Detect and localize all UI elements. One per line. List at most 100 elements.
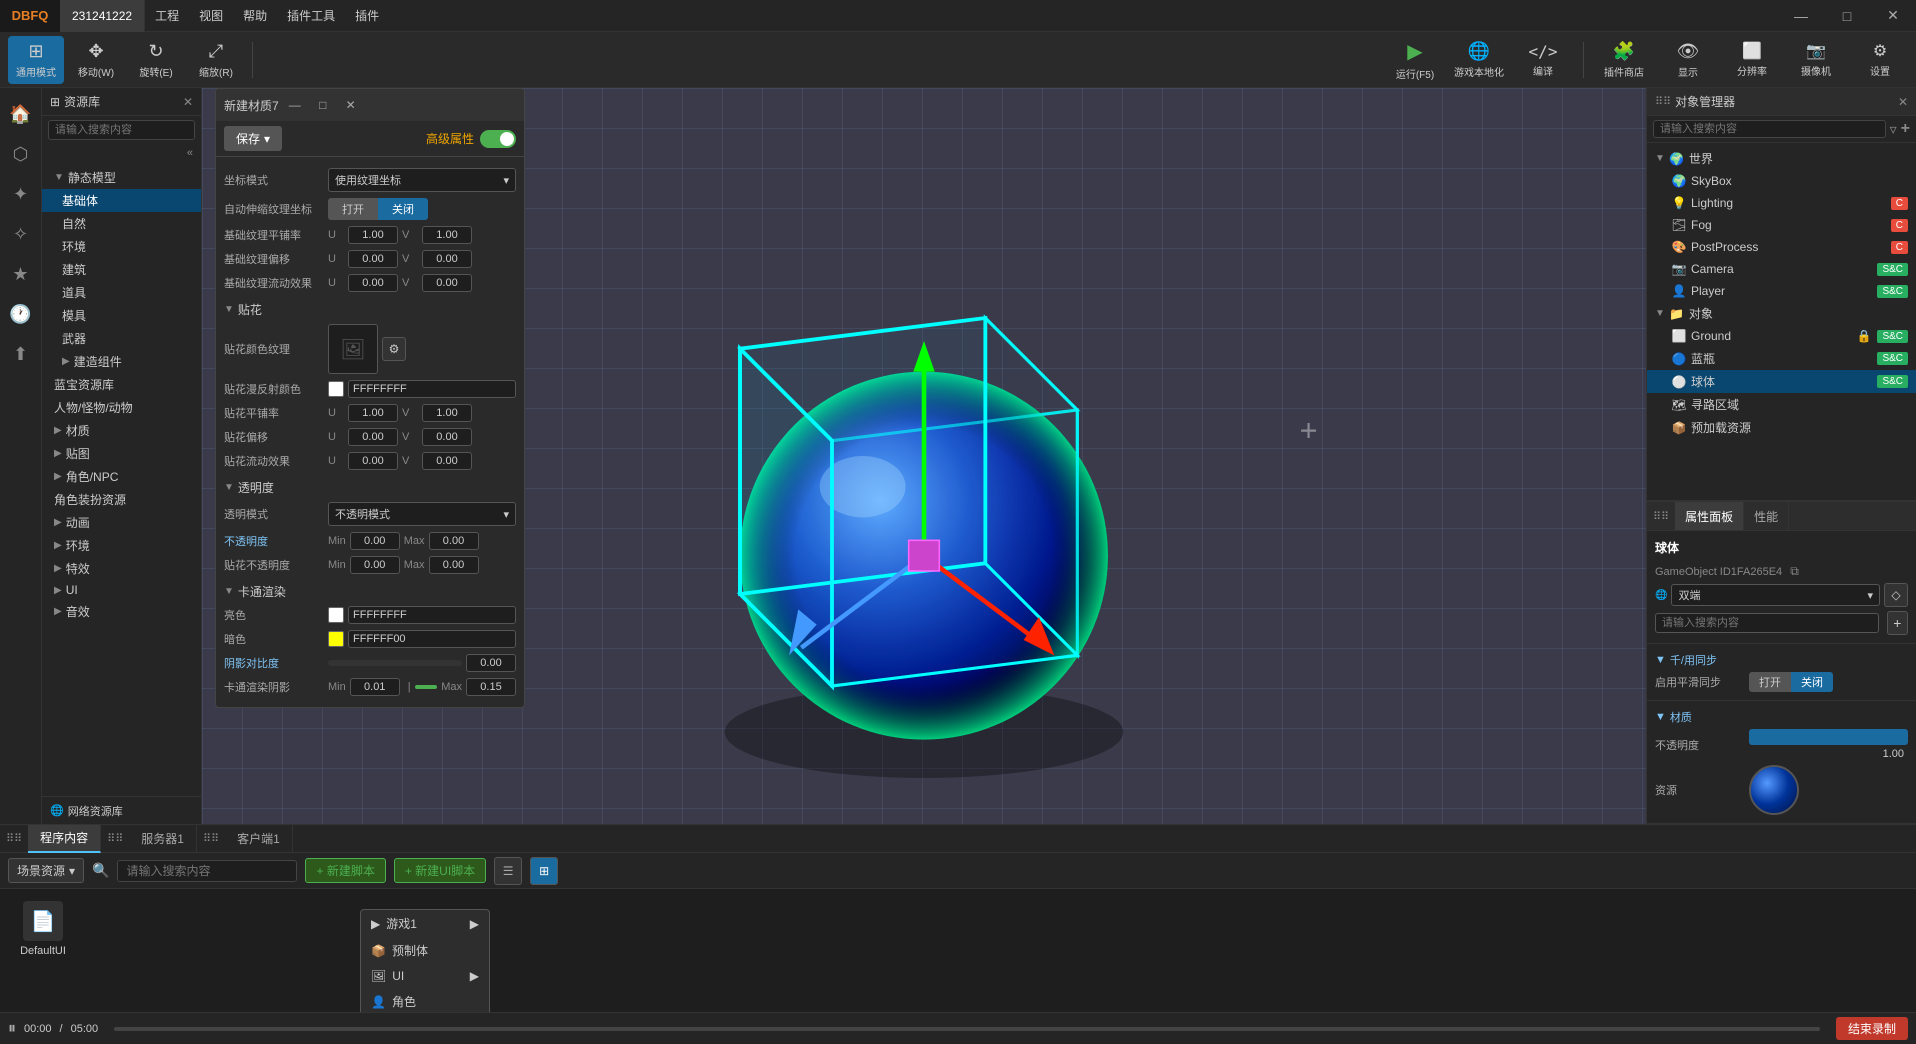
compile-button[interactable]: </> 编译 [1515,36,1571,84]
resolution-button[interactable]: ⬜ 分辨率 [1724,36,1780,84]
cat-material[interactable]: ▶ 材质 [42,419,201,442]
ctx-ui[interactable]: 🖼 UI ▶ [361,964,489,988]
auto-tile-close[interactable]: 关闭 [378,198,428,220]
auto-tile-open[interactable]: 打开 [328,198,378,220]
sidebar-icon-upload[interactable]: ⬆ [3,336,39,372]
collapse-toggle[interactable]: « [42,144,201,162]
smooth-sync-open[interactable]: 打开 [1749,672,1791,692]
list-view-button[interactable]: ☰ [494,857,522,885]
tool-general[interactable]: ⊞ 通用模式 [8,36,64,84]
cat-costume[interactable]: 角色装扮资源 [42,488,201,511]
sync-mode-select[interactable]: 双端 ▾ [1671,584,1880,606]
cat-sfx[interactable]: ▶ 音效 [42,600,201,623]
sidebar-icon-star[interactable]: ★ [3,256,39,292]
menu-view[interactable]: 视图 [189,0,233,32]
cat-npc[interactable]: ▶ 角色/NPC [42,465,201,488]
toon-shadow-max[interactable]: 0.15 [466,678,516,696]
obj-skybox[interactable]: 🌍 SkyBox [1647,170,1916,192]
shadow-contrast-slider[interactable] [328,660,462,666]
shadow-contrast-value[interactable]: 0.00 [466,654,516,672]
pause-button[interactable]: ⏸ [8,1020,16,1038]
cat-env2[interactable]: ▶ 环境 [42,534,201,557]
obj-camera[interactable]: 📷 Camera S&C [1647,258,1916,280]
tab-program-content[interactable]: 程序内容 [28,825,101,853]
dark-value[interactable]: FFFFFF00 [348,630,516,648]
decal-tile-v[interactable]: 1.00 [422,404,472,422]
decal-reflect-color-box[interactable] [328,381,344,397]
world-group-row[interactable]: ▼ 🌍 世界 [1647,147,1916,170]
bright-color-box[interactable] [328,607,344,623]
ctx-prefab[interactable]: 📦 预制体 [361,937,489,964]
obj-preload[interactable]: 📦 预加载资源 [1647,416,1916,439]
sidebar-icon-home[interactable]: 🏠 [3,96,39,132]
decal-flow-v[interactable]: 0.00 [422,452,472,470]
smooth-sync-close[interactable]: 关闭 [1791,672,1833,692]
cat-static-model[interactable]: ▼ 静态模型 [42,166,201,189]
cat-nature[interactable]: 自然 [42,212,201,235]
obj-search-input[interactable] [1653,120,1886,138]
obj-blue-bottle[interactable]: 🔵 蓝瓶 S&C [1647,347,1916,370]
obj-manager-close[interactable]: ✕ [1898,95,1908,109]
sidebar-icon-shapes[interactable]: ⬡ [3,136,39,172]
decal-texture-settings[interactable]: ⚙ [382,337,406,361]
cat-texture[interactable]: ▶ 贴图 [42,442,201,465]
run-button[interactable]: ▶ 运行(F5) [1387,36,1443,84]
tool-move[interactable]: ✥ 移动(W) [68,36,124,84]
tool-rotate[interactable]: ↻ 旋转(E) [128,36,184,84]
grid-view-button[interactable]: ⊞ [530,857,558,885]
copy-id-icon[interactable]: ⧉ [1790,564,1799,579]
decal-offset-v[interactable]: 0.00 [422,428,472,446]
localize-button[interactable]: 🌐 游戏本地化 [1451,36,1507,84]
material-maximize-button[interactable]: □ [311,93,335,117]
obj-navmesh[interactable]: 🗺 寻路区域 [1647,393,1916,416]
obj-lighting[interactable]: 💡 Lighting C [1647,192,1916,214]
menu-project[interactable]: 工程 [145,0,189,32]
close-button[interactable]: ✕ [1870,0,1916,32]
props-search-input[interactable] [1655,613,1879,633]
obj-postprocess[interactable]: 🎨 PostProcess C [1647,236,1916,258]
settings-button[interactable]: ⚙ 设置 [1852,36,1908,84]
material-save-button[interactable]: 保存 ▾ [224,126,282,151]
cat-vfx[interactable]: ▶ 特效 [42,557,201,580]
opacity-min-value[interactable]: 0.00 [350,532,400,550]
decal-reflect-value[interactable]: FFFFFFFF [348,380,516,398]
flow-v-value[interactable]: 0.00 [422,274,472,292]
save-dropdown-arrow[interactable]: ▾ [264,132,270,146]
tile-u-value[interactable]: 1.00 [348,226,398,244]
tab-performance[interactable]: 性能 [1744,502,1789,530]
ctx-character[interactable]: 👤 角色 [361,988,489,1012]
maximize-button[interactable]: □ [1824,0,1870,32]
asset-search-input[interactable] [48,120,195,140]
network-assets[interactable]: 🌐 网络资源库 [42,796,201,824]
offset-u-value[interactable]: 0.00 [348,250,398,268]
sidebar-icon-effects[interactable]: ✧ [3,216,39,252]
asset-panel-close[interactable]: ✕ [183,95,193,109]
props-add-icon[interactable]: + [1887,611,1908,635]
app-tab[interactable]: 231241222 [60,0,145,32]
menu-help[interactable]: 帮助 [233,0,277,32]
camera-button[interactable]: 📷 摄像机 [1788,36,1844,84]
sidebar-icon-brush[interactable]: ✦ [3,176,39,212]
tab-server1[interactable]: 服务器1 [129,825,197,853]
cat-building[interactable]: ▶ 建造组件 [42,350,201,373]
bottom-search-input[interactable] [117,860,297,882]
toon-shadow-min[interactable]: 0.01 [350,678,400,696]
tool-scale[interactable]: ⤢ 缩放(R) [188,36,244,84]
coord-mode-select[interactable]: 使用纹理坐标 ▾ [328,168,516,192]
cat-ui[interactable]: ▶ UI [42,580,201,600]
plugin-store-button[interactable]: 🧩 插件商店 [1596,36,1652,84]
ctx-game[interactable]: ▶ 游戏1 ▶ [361,910,489,937]
decal-texture-preview[interactable]: 🖼 [328,324,378,374]
obj-player[interactable]: 👤 Player S&C [1647,280,1916,302]
offset-v-value[interactable]: 0.00 [422,250,472,268]
obj-filter-icon[interactable]: ▿ [1890,121,1897,138]
scene-select[interactable]: 场景资源 ▾ [8,858,84,883]
cat-weapon[interactable]: 武器 [42,327,201,350]
bright-value[interactable]: FFFFFFFF [348,606,516,624]
new-script-button[interactable]: + 新建脚本 [305,858,385,883]
obj-ground[interactable]: ⬜ Ground 🔒 S&C [1647,325,1916,347]
tile-v-value[interactable]: 1.00 [422,226,472,244]
decal-opacity-max[interactable]: 0.00 [429,556,479,574]
opacity-max-value[interactable]: 0.00 [429,532,479,550]
display-button[interactable]: 👁 显示 [1660,36,1716,84]
